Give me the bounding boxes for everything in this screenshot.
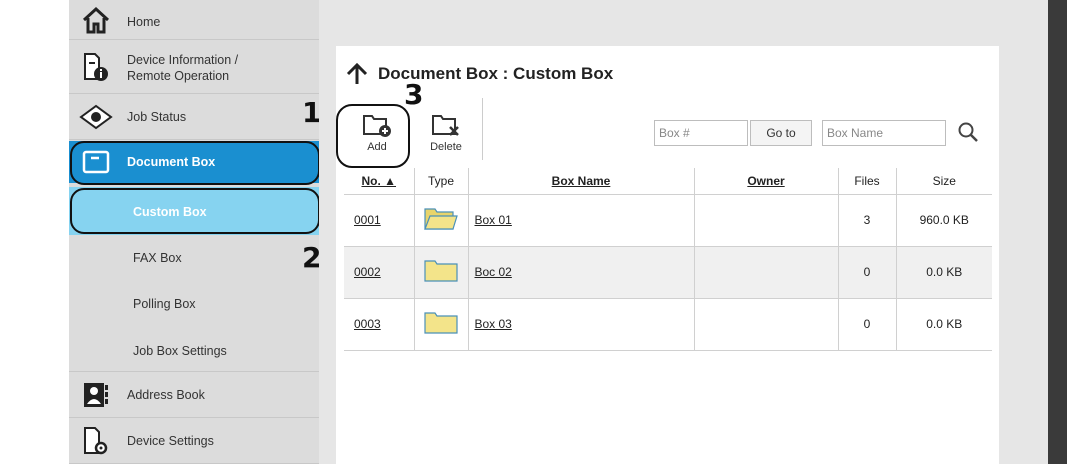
size-cell: 960.0 KB xyxy=(896,194,992,247)
box-name-link[interactable]: Box 03 xyxy=(475,317,512,331)
callout-ring-2 xyxy=(70,188,320,234)
owner-cell xyxy=(694,246,839,299)
sidebar-item-fax-box[interactable]: FAX Box xyxy=(69,236,319,282)
size-cell: 0.0 KB xyxy=(896,246,992,299)
owner-cell xyxy=(694,298,839,351)
eye-icon xyxy=(79,100,113,134)
sidebar-item-label-line2: Remote Operation xyxy=(127,69,230,83)
box-name-link[interactable]: Box 01 xyxy=(475,213,512,227)
device-settings-icon xyxy=(79,424,113,458)
box-number-placeholder: Box # xyxy=(659,126,690,140)
table-header-row: No. ▲ Type Box Name Owner Files Size xyxy=(344,168,992,195)
table-row[interactable]: 0001 Box 01 3 960.0 KB xyxy=(344,194,992,247)
sidebar-item-address-book[interactable]: Address Book xyxy=(69,372,319,418)
sidebar-item-label: Address Book xyxy=(127,388,205,402)
sidebar-item-device-information[interactable]: Device Information / Remote Operation xyxy=(69,40,319,94)
box-table: No. ▲ Type Box Name Owner Files Size 000… xyxy=(344,168,992,351)
files-cell: 0 xyxy=(838,246,897,299)
window-edge-bar xyxy=(1048,0,1067,464)
sidebar-item-label: Job Box Settings xyxy=(133,344,227,358)
go-to-button[interactable]: Go to xyxy=(750,120,812,146)
header-owner[interactable]: Owner xyxy=(694,168,839,195)
header-files: Files xyxy=(838,168,897,195)
sidebar-item-polling-box[interactable]: Polling Box xyxy=(69,282,319,328)
sidebar-item-label: Device Settings xyxy=(127,434,214,448)
sidebar-item-label: Home xyxy=(127,15,161,29)
sidebar-item-job-status[interactable]: Job Status xyxy=(69,94,319,140)
up-arrow-icon[interactable] xyxy=(344,62,370,86)
device-info-icon xyxy=(79,50,113,84)
files-cell: 3 xyxy=(838,194,897,247)
box-number-input[interactable]: Box # xyxy=(654,120,748,146)
sidebar-item-label: Device Information / xyxy=(127,53,239,67)
files-cell: 0 xyxy=(838,298,897,351)
sidebar-item-label: Polling Box xyxy=(133,297,196,311)
toolbar-divider xyxy=(482,98,483,160)
sidebar-item-device-settings[interactable]: Device Settings xyxy=(69,418,319,464)
sidebar-item-label: FAX Box xyxy=(133,251,182,265)
delete-button[interactable]: Delete xyxy=(421,112,471,153)
folder-open-icon xyxy=(423,207,459,235)
box-name-input[interactable]: Box Name xyxy=(822,120,946,146)
delete-folder-icon xyxy=(430,112,462,141)
sidebar-item-label: Job Status xyxy=(127,110,187,124)
box-name-link[interactable]: Boc 02 xyxy=(475,265,512,279)
folder-icon xyxy=(423,259,459,287)
home-icon xyxy=(79,3,113,37)
box-number-link[interactable]: 0003 xyxy=(354,317,381,331)
owner-cell xyxy=(694,194,839,247)
header-box-name[interactable]: Box Name xyxy=(468,168,695,195)
header-size: Size xyxy=(896,168,992,195)
callout-number-3: 3 xyxy=(404,78,424,111)
table-row[interactable]: 0002 Boc 02 0 0.0 KB xyxy=(344,246,992,299)
search-icon[interactable] xyxy=(956,120,980,149)
address-book-icon xyxy=(79,378,113,412)
table-row[interactable]: 0003 Box 03 0 0.0 KB xyxy=(344,298,992,351)
box-number-link[interactable]: 0002 xyxy=(354,265,381,279)
page-title: Document Box : Custom Box xyxy=(344,62,613,86)
box-name-placeholder: Box Name xyxy=(827,126,884,140)
delete-button-label: Delete xyxy=(430,141,462,153)
sidebar-item-job-box-settings[interactable]: Job Box Settings xyxy=(69,328,319,372)
callout-ring-3 xyxy=(336,104,410,168)
header-number[interactable]: No. ▲ xyxy=(344,168,415,195)
size-cell: 0.0 KB xyxy=(896,298,992,351)
box-number-link[interactable]: 0001 xyxy=(354,213,381,227)
callout-ring-1 xyxy=(70,141,320,185)
folder-icon xyxy=(423,311,459,339)
header-type: Type xyxy=(414,168,469,195)
sidebar-item-home[interactable]: Home xyxy=(69,0,319,40)
